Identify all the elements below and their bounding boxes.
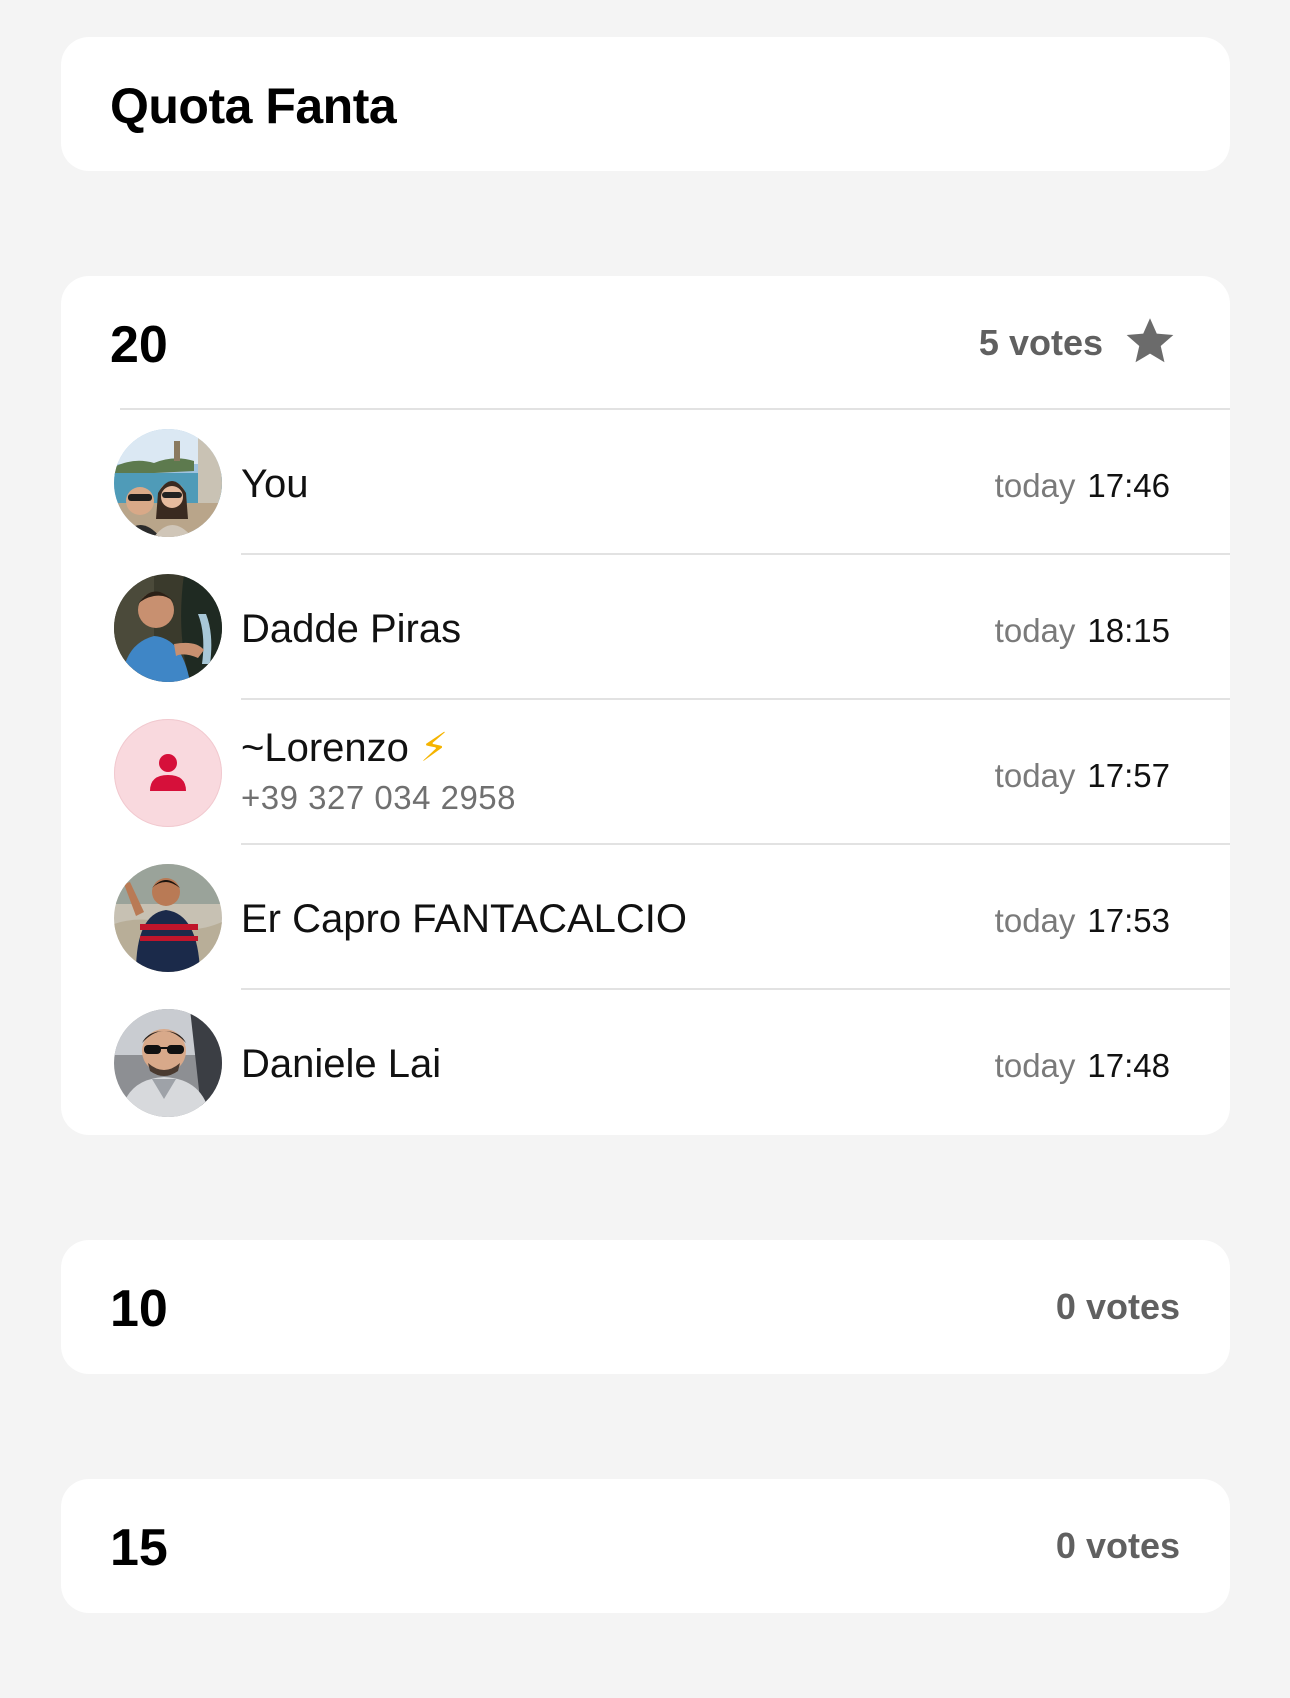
vote-clock: 17:57 <box>1087 757 1170 794</box>
voter-name: Er Capro FANTACALCIO <box>241 897 688 941</box>
voter-name: ~Lorenzo ⚡ <box>241 724 448 772</box>
vote-day: today <box>994 902 1076 939</box>
star-icon <box>1126 318 1174 363</box>
vote-clock: 17:48 <box>1087 1047 1170 1084</box>
poll-option-label: 15 <box>110 1519 168 1577</box>
vote-time: today 17:48 <box>995 1046 1170 1086</box>
avatar[interactable] <box>114 429 222 537</box>
voter-name: Daniele Lai <box>241 1042 442 1086</box>
vote-time: today 17:57 <box>995 756 1170 796</box>
voter-row[interactable]: ~Lorenzo ⚡ +39 327 034 2958 today 17:57 <box>61 700 1230 845</box>
vote-clock: 18:15 <box>1087 612 1170 649</box>
poll-title-card: Quota Fanta <box>61 37 1230 171</box>
poll-title: Quota Fanta <box>110 78 397 134</box>
person-placeholder-icon <box>150 754 186 791</box>
poll-option-card[interactable]: 15 0 votes <box>61 1479 1230 1613</box>
vote-clock: 17:46 <box>1087 467 1170 504</box>
vote-time: today 17:53 <box>995 901 1170 941</box>
poll-option-header[interactable]: 10 0 votes <box>61 1240 1230 1374</box>
voter-row[interactable]: Daniele Lai today 17:48 <box>61 990 1230 1135</box>
poll-option-header[interactable]: 20 5 votes <box>61 276 1230 410</box>
poll-option-label: 20 <box>110 316 168 374</box>
voter-row[interactable]: Dadde Piras today 18:15 <box>61 555 1230 700</box>
voter-phone: +39 327 034 2958 <box>241 779 517 816</box>
poll-option-card[interactable]: 10 0 votes <box>61 1240 1230 1374</box>
vote-day: today <box>994 757 1076 794</box>
avatar[interactable] <box>114 864 222 972</box>
poll-option-card[interactable]: 20 5 votes You today 17:46 Dadde Piras t… <box>61 276 1230 1135</box>
avatar[interactable] <box>114 719 222 827</box>
avatar[interactable] <box>114 1009 222 1117</box>
voter-name: Dadde Piras <box>241 607 462 651</box>
voter-name-text: ~Lorenzo <box>241 726 409 770</box>
voter-name: You <box>241 462 309 506</box>
voter-row[interactable]: Er Capro FANTACALCIO today 17:53 <box>61 845 1230 990</box>
vote-time: today 18:15 <box>995 611 1170 651</box>
lightning-emoji: ⚡ <box>420 726 449 770</box>
avatar[interactable] <box>114 574 222 682</box>
vote-day: today <box>994 467 1076 504</box>
vote-clock: 17:53 <box>1087 902 1170 939</box>
voter-row[interactable]: You today 17:46 <box>61 410 1230 555</box>
poll-option-votes: 0 votes <box>1055 1286 1180 1327</box>
poll-option-header[interactable]: 15 0 votes <box>61 1479 1230 1613</box>
poll-option-votes: 0 votes <box>1055 1525 1180 1566</box>
vote-day: today <box>994 1047 1076 1084</box>
vote-day: today <box>994 612 1076 649</box>
poll-option-votes: 5 votes <box>978 322 1103 363</box>
poll-option-label: 10 <box>110 1280 168 1338</box>
vote-time: today 17:46 <box>995 466 1170 506</box>
